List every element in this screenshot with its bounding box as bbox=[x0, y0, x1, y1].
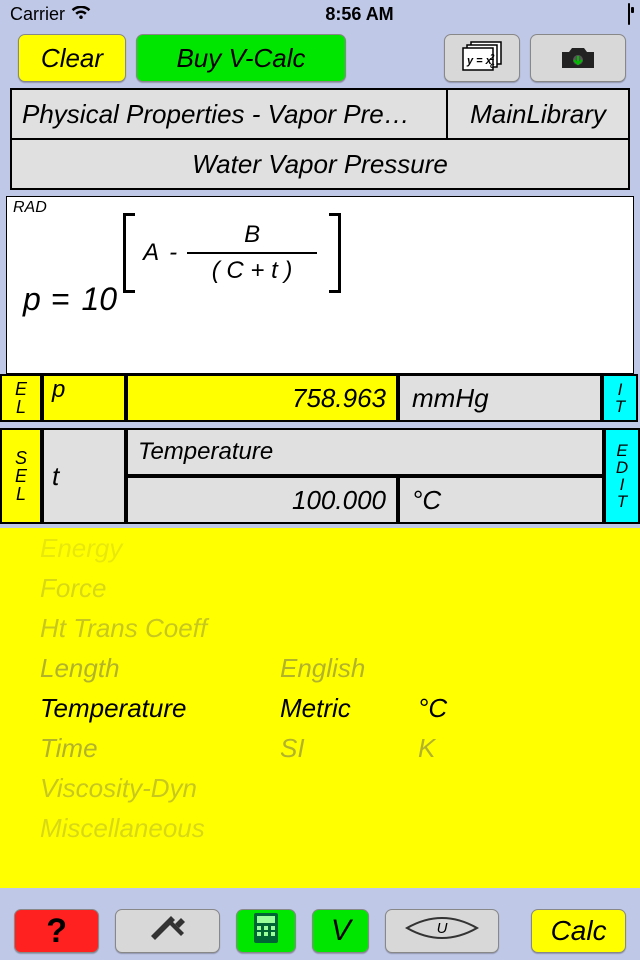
picker-option[interactable]: Miscellaneous bbox=[40, 808, 205, 848]
formula-display: RAD p = 10 A - B ( C + t ) bbox=[6, 196, 634, 374]
select-button-t[interactable]: SEL bbox=[0, 428, 42, 524]
picker-option[interactable]: Time bbox=[40, 728, 98, 768]
carrier-label: Carrier bbox=[10, 4, 65, 25]
clear-button[interactable]: Clear bbox=[18, 34, 126, 82]
picker-option[interactable]: Length bbox=[40, 648, 120, 688]
page-title: Water Vapor Pressure bbox=[10, 140, 630, 190]
calc-button[interactable]: Calc bbox=[531, 909, 626, 953]
undo-button[interactable]: U bbox=[385, 909, 499, 953]
variable-unit-p[interactable]: mmHg bbox=[398, 374, 602, 422]
edit-button-p[interactable]: IT bbox=[602, 374, 638, 422]
v-button[interactable]: V bbox=[312, 909, 369, 953]
variable-symbol-t: t bbox=[42, 428, 126, 524]
help-button[interactable]: ? bbox=[14, 909, 99, 953]
variable-value-t[interactable]: 100.000 bbox=[126, 476, 398, 524]
picker-option[interactable]: K bbox=[418, 728, 435, 768]
calculator-icon bbox=[252, 912, 280, 951]
battery-icon bbox=[628, 4, 630, 25]
picker-option[interactable]: Energy bbox=[40, 528, 122, 568]
variable-name-t: Temperature bbox=[126, 428, 604, 476]
clock: 8:56 AM bbox=[325, 4, 393, 24]
variable-unit-t[interactable]: °C bbox=[398, 476, 604, 524]
variable-value-p[interactable]: 758.963 bbox=[126, 374, 398, 422]
breadcrumb-path[interactable]: Physical Properties - Vapor Pre… bbox=[12, 90, 448, 138]
undo-icon: U bbox=[402, 913, 482, 950]
bottom-toolbar: ? V U Calc bbox=[0, 902, 640, 960]
picker-option[interactable]: Viscosity-Dyn bbox=[40, 768, 197, 808]
calculator-mode-button[interactable] bbox=[236, 909, 297, 953]
picker-option[interactable]: Ht Trans Coeff bbox=[40, 608, 207, 648]
unit-picker[interactable]: Elec ResistanceEnergyForceHt Trans Coeff… bbox=[0, 528, 640, 888]
picker-option[interactable]: Temperature bbox=[40, 688, 186, 728]
picker-option[interactable]: SI bbox=[280, 728, 305, 768]
buy-button[interactable]: Buy V-Calc bbox=[136, 34, 346, 82]
svg-text:U: U bbox=[437, 920, 448, 937]
tools-icon bbox=[145, 914, 191, 949]
picker-option[interactable]: English bbox=[280, 648, 365, 688]
status-bar: Carrier 8:56 AM bbox=[0, 0, 640, 28]
breadcrumb-library[interactable]: MainLibrary bbox=[448, 90, 628, 138]
picker-option[interactable]: Force bbox=[40, 568, 106, 608]
picker-option[interactable]: Metric bbox=[280, 688, 351, 728]
formula-card-button[interactable]: y = x 2 c bbox=[444, 34, 520, 82]
svg-text:y = x: y = x bbox=[466, 55, 493, 67]
select-button-p[interactable]: EL bbox=[0, 374, 42, 422]
wifi-icon bbox=[71, 4, 91, 25]
variable-row-t: SEL t Temperature 100.000 °C EDIT bbox=[0, 428, 640, 524]
breadcrumb-row: Physical Properties - Vapor Pre… MainLib… bbox=[10, 88, 630, 140]
angle-mode-label: RAD bbox=[13, 199, 47, 217]
variable-row-p: EL p 758.963 mmHg IT bbox=[0, 374, 640, 422]
picker-option[interactable]: °C bbox=[418, 688, 447, 728]
help-icon: ? bbox=[46, 912, 67, 951]
settings-button[interactable] bbox=[115, 909, 219, 953]
svg-text:c: c bbox=[490, 61, 495, 70]
edit-button-t[interactable]: EDIT bbox=[604, 428, 640, 524]
screenshot-button[interactable] bbox=[530, 34, 626, 82]
top-button-row: Clear Buy V-Calc y = x 2 c bbox=[0, 28, 640, 88]
variable-symbol-p: p bbox=[42, 374, 126, 422]
